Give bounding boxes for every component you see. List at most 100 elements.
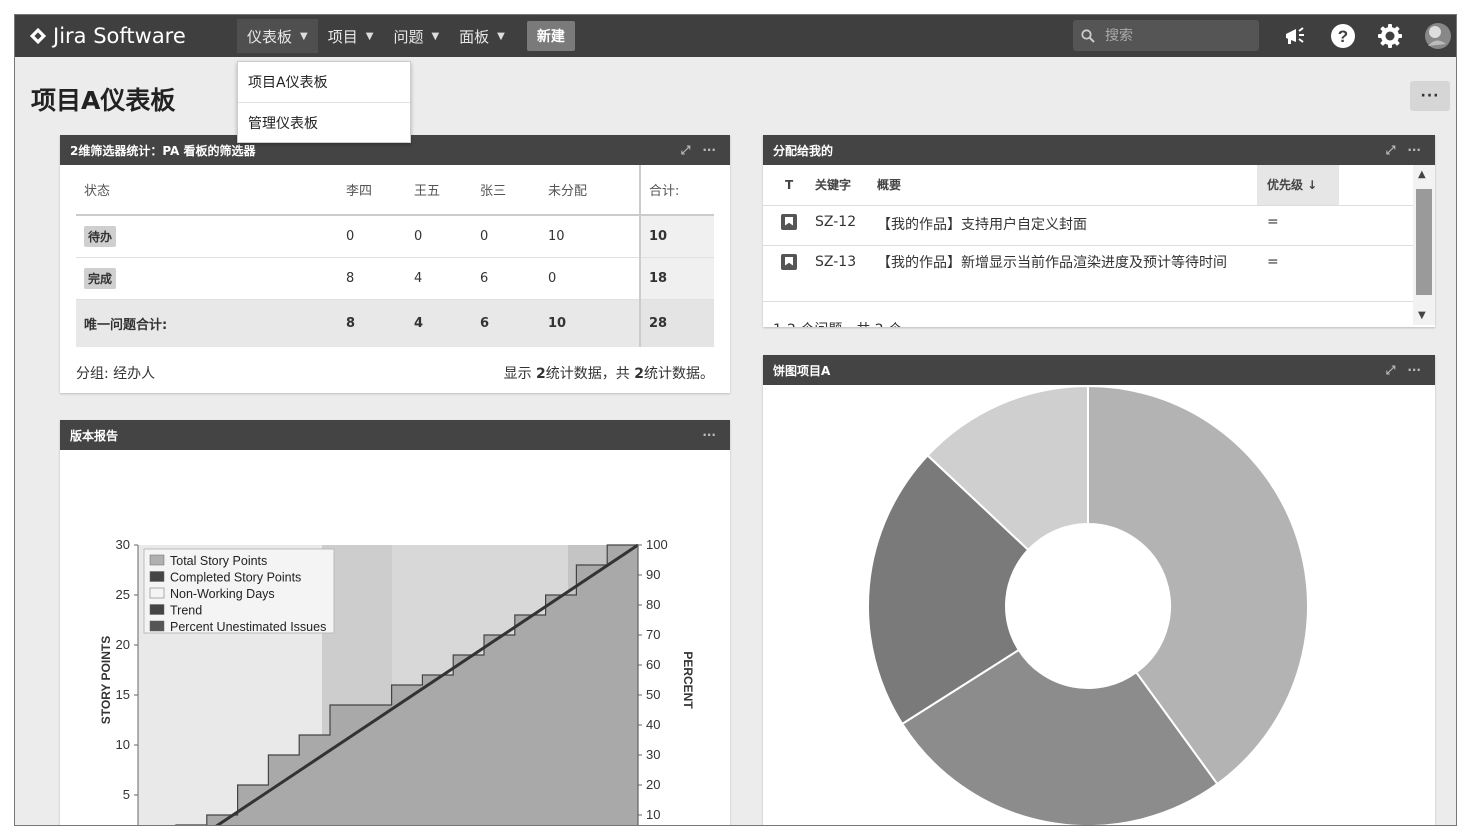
- cell-value[interactable]: 0: [480, 215, 548, 258]
- totals-label: 唯一问题合计:: [76, 299, 346, 347]
- group-by-label: 分组: 经办人: [76, 366, 156, 382]
- version-report-chart: 5 10 15 20 25 30 10 20 30 40 50 60 70 80 90 100 STORY PO…: [99, 537, 695, 825]
- column-header-lisi[interactable]: 李四: [346, 165, 414, 216]
- cell-value[interactable]: 6: [480, 257, 548, 300]
- right-tick-label: 10: [646, 807, 660, 822]
- issue-summary-link[interactable]: 【我的作品】支持用户自定义封面: [877, 205, 1257, 246]
- maximize-icon[interactable]: ⤢: [681, 143, 691, 158]
- column-header-key[interactable]: 关键字: [815, 165, 877, 206]
- summary-shown-count: 2: [536, 366, 546, 382]
- gadget-title: 分配给我的: [773, 143, 834, 158]
- totals-row: 唯一问题合计: 8 4 6 10 28: [76, 299, 714, 347]
- priority-medium-icon: =: [1257, 205, 1339, 246]
- row-total[interactable]: 10: [639, 215, 714, 258]
- nav-dashboards-label: 仪表板: [247, 27, 293, 46]
- nav-boards[interactable]: 面板 ▼: [449, 19, 515, 53]
- gadget-header: 分配给我的 ⤢ ···: [763, 135, 1435, 165]
- maximize-icon[interactable]: ⤢: [1386, 363, 1396, 378]
- cell-value[interactable]: 4: [414, 257, 480, 300]
- scroll-thumb[interactable]: [1416, 189, 1432, 295]
- gadget-menu-icon[interactable]: ···: [702, 143, 716, 157]
- column-header-total: 合计:: [639, 165, 714, 216]
- assigned-to-me-gadget: 分配给我的 ⤢ ··· T 关键字 概要 优先级 ↓ SZ-12 【我的作品】支…: [763, 135, 1435, 327]
- column-header-type[interactable]: T: [763, 165, 815, 206]
- user-avatar[interactable]: [1423, 21, 1453, 51]
- issue-key-link[interactable]: SZ-12: [815, 205, 877, 246]
- settings-gear-icon[interactable]: [1375, 21, 1405, 51]
- gadget-menu-icon[interactable]: ···: [702, 428, 716, 442]
- assigned-issues-table: T 关键字 概要 优先级 ↓ SZ-12 【我的作品】支持用户自定义封面 = S…: [763, 165, 1413, 302]
- maximize-icon[interactable]: ⤢: [1386, 143, 1396, 158]
- cell-value[interactable]: 10: [548, 299, 640, 347]
- cell-value[interactable]: 6: [480, 299, 548, 347]
- gadget-title: 版本报告: [70, 428, 119, 443]
- summary-prefix: 显示: [503, 366, 537, 382]
- nav-projects-label: 项目: [327, 27, 358, 46]
- search-box[interactable]: [1073, 20, 1259, 51]
- right-tick-label: 100: [646, 537, 668, 552]
- gadget-menu-icon[interactable]: ···: [1407, 363, 1421, 377]
- summary-total-count: 2: [634, 366, 644, 382]
- legend-swatch: [149, 620, 165, 632]
- nav-projects[interactable]: 项目 ▼: [318, 19, 384, 53]
- cell-value[interactable]: 10: [548, 215, 640, 258]
- menu-item-project-a-dashboard[interactable]: 项目A仪表板: [238, 62, 410, 102]
- legend-label: Non-Working Days: [170, 587, 275, 601]
- cell-value[interactable]: 8: [346, 257, 414, 300]
- table-row[interactable]: SZ-13 【我的作品】新增显示当前作品渲染进度及预计等待时间 =: [763, 245, 1413, 302]
- gadget-menu-icon[interactable]: ···: [1407, 143, 1421, 157]
- notifications-megaphone-icon[interactable]: [1281, 21, 1311, 51]
- story-issue-icon: [781, 213, 797, 230]
- left-tick-label: 20: [116, 637, 130, 652]
- right-tick-label: 70: [646, 627, 660, 642]
- gadget-header: 版本报告 ···: [60, 420, 730, 450]
- search-input[interactable]: [1105, 27, 1245, 44]
- row-total[interactable]: 18: [639, 257, 714, 300]
- version-report-gadget: 版本报告 ··· 5 10 15 20 25 30 10 20 30 40 50 60 70 80 90 10…: [60, 420, 730, 825]
- nav-issues[interactable]: 问题 ▼: [383, 19, 449, 53]
- summary-suffix: 统计数据。: [644, 366, 714, 382]
- grand-total[interactable]: 28: [639, 299, 714, 347]
- issue-key-link[interactable]: SZ-13: [815, 245, 877, 302]
- scroll-up-arrow-icon[interactable]: ▲: [1418, 169, 1426, 180]
- priority-medium-icon: =: [1257, 245, 1339, 302]
- nav-dashboards[interactable]: 仪表板 ▼: [237, 19, 318, 53]
- gadget-title: 饼图项目A: [773, 363, 831, 378]
- scrollbar[interactable]: ▲ ▼: [1413, 165, 1435, 325]
- cell-value[interactable]: 4: [414, 299, 480, 347]
- cell-value[interactable]: 0: [346, 215, 414, 258]
- app-name: Jira Software: [53, 24, 186, 48]
- dashboard-more-button[interactable]: ···: [1410, 81, 1450, 111]
- stats-summary: 显示 2统计数据，共 2统计数据。: [504, 363, 714, 383]
- legend-label: Completed Story Points: [170, 571, 301, 585]
- status-badge[interactable]: 完成: [84, 267, 117, 289]
- cell-value[interactable]: 0: [548, 257, 640, 300]
- story-issue-icon: [781, 253, 797, 270]
- column-header-unassigned[interactable]: 未分配: [548, 165, 640, 216]
- column-header-priority[interactable]: 优先级 ↓: [1257, 165, 1339, 206]
- left-tick-label: 10: [116, 737, 130, 752]
- table-row: 待办 0 0 0 10 10: [76, 215, 714, 258]
- help-icon[interactable]: ?: [1328, 21, 1358, 51]
- column-header-status[interactable]: 状态: [76, 165, 346, 216]
- create-button[interactable]: 新建: [526, 21, 575, 51]
- column-header-zhangsan[interactable]: 张三: [480, 165, 548, 216]
- left-tick-label: 25: [116, 587, 130, 602]
- right-tick-label: 50: [646, 687, 660, 702]
- menu-item-manage-dashboards[interactable]: 管理仪表板: [238, 102, 410, 142]
- page-title: 项目A仪表板: [31, 86, 176, 115]
- issue-count-footer: 1-2 个问题，共 2 个: [773, 319, 902, 327]
- stats-table: 状态 李四 王五 张三 未分配 合计: 待办 0 0 0 10 10 完成 8 …: [76, 165, 714, 347]
- jira-logo[interactable]: Jira Software: [29, 21, 186, 51]
- jira-diamond-icon: [29, 27, 47, 45]
- cell-value[interactable]: 8: [346, 299, 414, 347]
- column-header-summary[interactable]: 概要: [877, 165, 1257, 206]
- scroll-down-arrow-icon[interactable]: ▼: [1418, 310, 1426, 321]
- cell-value[interactable]: 0: [414, 215, 480, 258]
- column-header-wangwu[interactable]: 王五: [414, 165, 480, 216]
- pie-chart-gadget: 饼图项目A ⤢ ···: [763, 355, 1435, 825]
- legend-swatch: [149, 604, 165, 615]
- table-row[interactable]: SZ-12 【我的作品】支持用户自定义封面 =: [763, 205, 1413, 246]
- issue-summary-link[interactable]: 【我的作品】新增显示当前作品渲染进度及预计等待时间: [877, 245, 1257, 302]
- status-badge[interactable]: 待办: [84, 225, 117, 247]
